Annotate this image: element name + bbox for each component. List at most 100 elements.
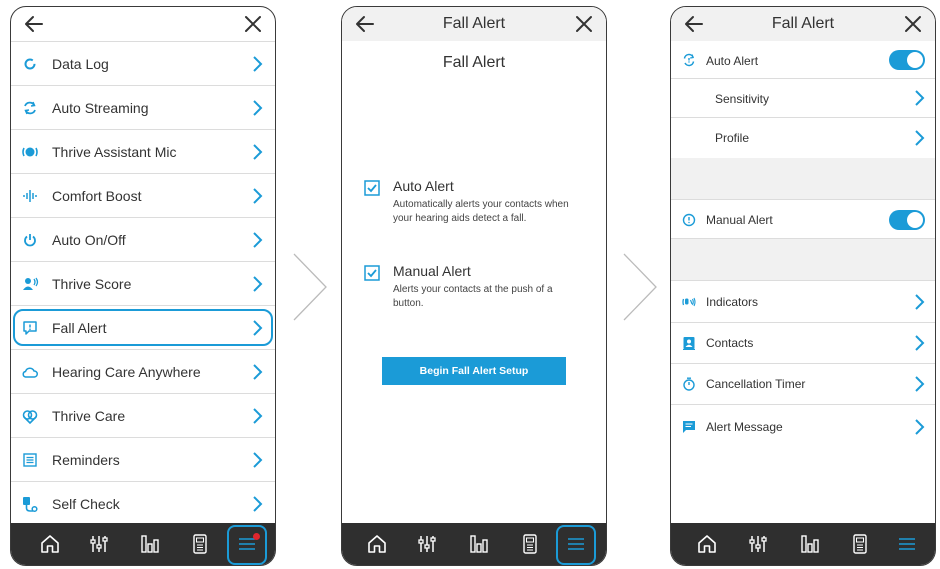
menu-item-comfort-boost[interactable]: Comfort Boost — [11, 173, 275, 217]
menu-item-label: Hearing Care Anywhere — [52, 363, 201, 380]
power-icon — [24, 234, 36, 247]
manual-alert-label: Manual Alert — [706, 213, 773, 227]
menu-item-fall-alert[interactable]: Fall Alert — [11, 305, 275, 349]
feature-menu-list: Data Log Auto Streaming Thrive Assistant… — [11, 41, 275, 525]
menu-item-auto-on-off[interactable]: Auto On/Off — [11, 217, 275, 261]
begin-setup-button[interactable]: Begin Fall Alert Setup — [382, 357, 566, 385]
settings-list: Auto Alert Sensitivity Profile Manual Al… — [671, 41, 935, 523]
menu-item-label: Fall Alert — [52, 319, 107, 336]
chevron-right-icon — [253, 452, 263, 468]
menu-item-thrive-care[interactable]: Thrive Care — [11, 393, 275, 437]
bottom-nav-bar — [11, 523, 275, 565]
chevron-right-icon — [253, 144, 263, 160]
menu-item-label: Thrive Score — [52, 275, 132, 292]
menu-item-thrive-score[interactable]: Thrive Score — [11, 261, 275, 305]
home-icon[interactable] — [364, 531, 390, 557]
indicators-row[interactable]: Indicators — [671, 280, 935, 323]
remote-icon[interactable] — [187, 531, 213, 557]
bar-chart-icon[interactable] — [137, 531, 163, 557]
menu-item-label: Comfort Boost — [52, 187, 142, 204]
auto-alert-icon — [683, 53, 695, 67]
chevron-right-icon — [253, 232, 263, 248]
chevron-right-icon — [253, 496, 263, 512]
contacts-row[interactable]: Contacts — [671, 323, 935, 364]
back-arrow-icon[interactable] — [23, 13, 45, 35]
menu-item-assistant-mic[interactable]: Thrive Assistant Mic — [11, 129, 275, 173]
auto-alert-row[interactable]: Auto Alert — [671, 41, 935, 79]
close-icon[interactable] — [243, 13, 263, 35]
manual-alert-toggle[interactable] — [889, 210, 925, 230]
auto-alert-toggle[interactable] — [889, 50, 925, 70]
flow-arrow-icon — [623, 253, 657, 321]
menu-item-hearing-care-anywhere[interactable]: Hearing Care Anywhere — [11, 349, 275, 393]
home-icon[interactable] — [694, 531, 720, 557]
menu-item-self-check[interactable]: Self Check — [11, 481, 275, 525]
phone-fall-alert-intro: Fall Alert Fall Alert Auto Alert Automat… — [341, 6, 607, 566]
menu-item-label: Auto Streaming — [52, 99, 149, 116]
menu-icon[interactable] — [563, 531, 589, 557]
back-arrow-icon[interactable] — [683, 13, 705, 35]
profile-row[interactable]: Profile — [671, 118, 935, 158]
chevron-right-icon — [253, 364, 263, 380]
profile-label: Profile — [715, 131, 750, 145]
contacts-icon — [683, 337, 695, 350]
menu-item-data-log[interactable]: Data Log — [11, 41, 275, 85]
chevron-right-icon — [253, 276, 263, 292]
reminders-icon — [23, 453, 37, 467]
screen-title: Fall Alert — [771, 15, 835, 32]
alert-circle-icon — [682, 213, 696, 227]
home-icon[interactable] — [37, 531, 63, 557]
adjust-icon[interactable] — [86, 531, 112, 557]
chevron-right-icon — [253, 320, 263, 336]
data-log-icon — [24, 58, 36, 70]
phone-fall-alert-settings: Fall Alert Auto Alert Sensitivity Profil… — [670, 6, 936, 566]
phone-menu-screen: Data Log Auto Streaming Thrive Assistant… — [10, 6, 276, 566]
option-title: Manual Alert — [393, 263, 471, 279]
adjust-icon[interactable] — [414, 531, 440, 557]
checkbox-checked-icon[interactable] — [364, 180, 380, 196]
chevron-right-icon — [915, 294, 925, 310]
adjust-icon[interactable] — [745, 531, 771, 557]
sensitivity-row[interactable]: Sensitivity — [671, 79, 935, 118]
menu-item-label: Reminders — [52, 451, 120, 468]
menu-item-label: Auto On/Off — [52, 231, 126, 248]
self-check-icon — [23, 497, 38, 513]
menu-item-auto-streaming[interactable]: Auto Streaming — [11, 85, 275, 129]
alert-message-row[interactable]: Alert Message — [671, 405, 935, 449]
remote-icon[interactable] — [847, 531, 873, 557]
option-title: Auto Alert — [393, 178, 454, 194]
bar-chart-icon[interactable] — [797, 531, 823, 557]
bar-chart-icon[interactable] — [466, 531, 492, 557]
message-icon — [683, 421, 695, 433]
chevron-right-icon — [253, 188, 263, 204]
auto-streaming-icon — [24, 101, 36, 115]
empty-area — [671, 449, 935, 523]
toggle-knob — [907, 212, 923, 228]
close-icon[interactable] — [903, 13, 923, 35]
chevron-right-icon — [253, 100, 263, 116]
chevron-right-icon — [915, 335, 925, 351]
back-arrow-icon[interactable] — [354, 13, 376, 35]
indicators-label: Indicators — [706, 295, 759, 309]
menu-item-label: Thrive Care — [52, 407, 126, 424]
chevron-right-icon — [253, 408, 263, 424]
toggle-knob — [907, 52, 923, 68]
menu-item-reminders[interactable]: Reminders — [11, 437, 275, 481]
alert-message-label: Alert Message — [706, 420, 783, 434]
cancellation-timer-label: Cancellation Timer — [706, 377, 806, 391]
option-description: Alerts your contacts at the push of a bu… — [393, 284, 553, 309]
manual-alert-row[interactable]: Manual Alert — [671, 199, 935, 239]
indicators-icon — [682, 297, 696, 307]
menu-item-label: Data Log — [52, 55, 109, 72]
auto-alert-label: Auto Alert — [706, 54, 759, 68]
bottom-nav-bar — [342, 523, 606, 565]
cancellation-timer-row[interactable]: Cancellation Timer — [671, 364, 935, 405]
screen-title: Fall Alert — [442, 15, 506, 32]
chevron-right-icon — [915, 130, 925, 146]
option-description: Automatically alerts your contacts when … — [393, 199, 569, 224]
chevron-right-icon — [253, 56, 263, 72]
menu-icon[interactable] — [894, 531, 920, 557]
remote-icon[interactable] — [517, 531, 543, 557]
checkbox-checked-icon[interactable] — [364, 265, 380, 281]
close-icon[interactable] — [574, 13, 594, 35]
